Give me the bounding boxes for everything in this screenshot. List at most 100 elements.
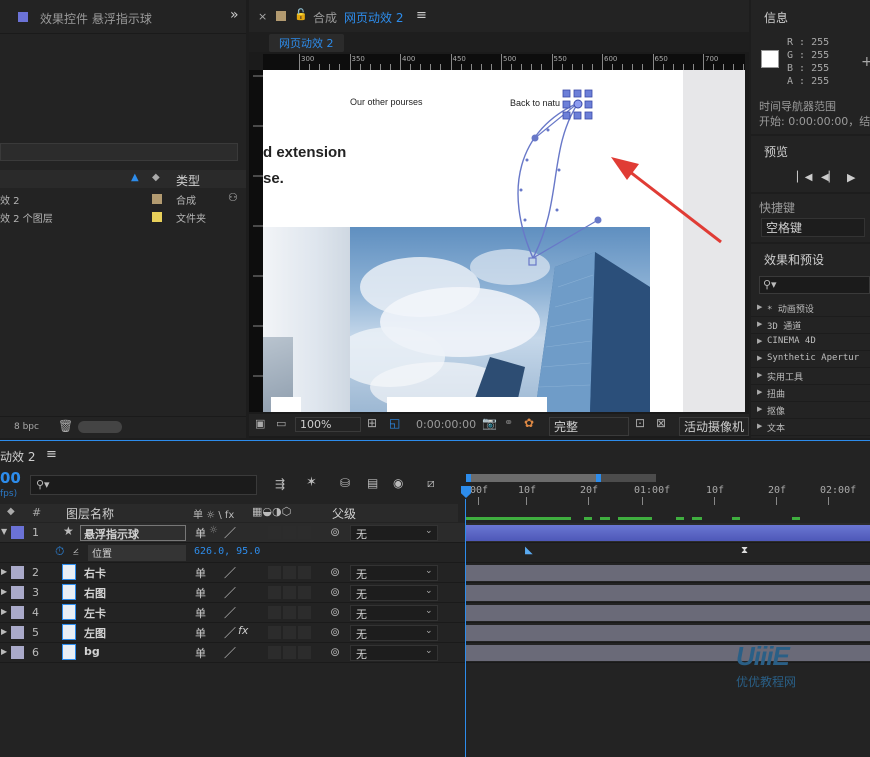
switch-box[interactable] [298, 586, 311, 599]
shy-switch-icon[interactable]: 单 [195, 605, 206, 621]
layer-name[interactable]: 左卡 [84, 605, 106, 621]
sort-arrow-icon[interactable]: ▲ [131, 172, 139, 183]
layer-label-swatch[interactable] [11, 626, 24, 639]
quality-switch-icon[interactable]: ／ [224, 644, 236, 661]
pickwhip-icon[interactable]: ⊚ [330, 565, 340, 579]
layer-row[interactable]: ▶ 4 左卡单／ ⊚ 无 ⌄ [0, 603, 870, 623]
prev-frame-icon[interactable]: ◀▏ [821, 172, 836, 183]
effects-switch-icon[interactable]: fx [238, 624, 248, 637]
switch-box[interactable] [268, 566, 281, 579]
layer-duration-bar[interactable] [466, 585, 870, 601]
preset-category[interactable]: ▶ 实用工具 [751, 368, 870, 385]
lock-icon[interactable]: 🔓 [294, 8, 308, 21]
parent-select[interactable]: 无 ⌄ [350, 625, 438, 641]
expand-arrow-icon[interactable]: ▶ [757, 303, 762, 311]
preset-category[interactable]: ▶ CINEMA 4D [751, 334, 870, 351]
preset-category[interactable]: ▶ 扭曲 [751, 385, 870, 402]
twirl-arrow-icon[interactable]: ▶ [1, 607, 7, 616]
flowchart-icon[interactable]: ⚇ [228, 191, 238, 204]
frame-blending-icon[interactable]: ▤ [367, 476, 378, 490]
expand-arrow-icon[interactable]: ▶ [757, 388, 762, 396]
mask-toggle-icon[interactable]: ◱ [389, 416, 400, 430]
layer-row[interactable]: ▼ 1 ★ 悬浮指示球单 ☼ ／ ⊚ 无 ⌄ [0, 523, 870, 543]
switch-box[interactable] [268, 606, 281, 619]
pickwhip-icon[interactable]: ⊚ [330, 585, 340, 599]
shy-switch-icon[interactable]: 单 [195, 645, 206, 661]
shy-layers-icon[interactable]: ⛁ [340, 476, 350, 490]
shy-switch-icon[interactable]: 单 [195, 585, 206, 601]
switch-box[interactable] [268, 586, 281, 599]
effects-presets-title[interactable]: 效果和预设 [764, 251, 824, 268]
draft-3d-icon[interactable]: ✶ [306, 475, 317, 490]
expand-arrow-icon[interactable]: ▶ [757, 320, 762, 328]
shy-switch-icon[interactable]: 单 [195, 565, 206, 581]
parent-select[interactable]: 无 ⌄ [350, 585, 438, 601]
preset-category[interactable]: ▶ Synthetic Apertur [751, 351, 870, 368]
layer-name[interactable]: 右图 [84, 585, 106, 601]
switch-box[interactable] [268, 526, 281, 539]
parent-select[interactable]: 无 ⌄ [350, 605, 438, 621]
layer-row[interactable]: ▶ 5 左图单／ fx ⊚ 无 ⌄ [0, 623, 870, 643]
stopwatch-icon[interactable]: ⏱ [55, 544, 64, 559]
time-ruler[interactable]: 00f 10f 20f 01:00f 10f 20f 02:00f [458, 471, 870, 521]
property-value[interactable]: 626.0, 95.0 [194, 546, 260, 557]
timeline-comp-name[interactable]: 动效 2 [0, 448, 35, 465]
quality-switch-icon[interactable]: ／ [224, 584, 236, 601]
layer-monitor-icon[interactable]: ▣ [255, 417, 265, 430]
shortcut-select[interactable]: 空格键 [761, 218, 865, 237]
layer-name[interactable]: bg [84, 645, 100, 658]
transparency-grid-icon[interactable]: ⊠ [656, 416, 666, 430]
layer-row[interactable]: ▶ 2 右卡单／ ⊚ 无 ⌄ [0, 563, 870, 583]
switch-box[interactable] [283, 566, 296, 579]
preset-category[interactable]: ▶ 文本 [751, 419, 870, 436]
project-row[interactable]: 效 2 个图层 文件夹 [0, 208, 246, 226]
switch-box[interactable] [283, 606, 296, 619]
motion-path-overlay[interactable] [263, 70, 745, 412]
comp-timecode[interactable]: 0:00:00:00 [416, 418, 476, 431]
panel-expand-icon[interactable]: » [230, 7, 239, 23]
pickwhip-icon[interactable]: ⊚ [330, 625, 340, 639]
camera-select[interactable]: 活动摄像机 [679, 417, 749, 436]
layer-label-swatch[interactable] [11, 606, 24, 619]
switch-box[interactable] [298, 606, 311, 619]
roi-icon[interactable]: ⊡ [635, 416, 645, 430]
layer-label-swatch[interactable] [11, 566, 24, 579]
layer-name[interactable]: 左图 [84, 625, 106, 641]
comp-name[interactable]: 网页动效 2 [344, 9, 403, 26]
switch-box[interactable] [283, 586, 296, 599]
region-icon[interactable]: ⊞ [367, 416, 377, 430]
label-tag-icon[interactable]: ◆ [7, 506, 15, 517]
preview-title[interactable]: 预览 [764, 143, 788, 160]
switch-box[interactable] [283, 526, 296, 539]
comp-canvas[interactable]: Our other pourses Back to natu d extensi… [263, 70, 745, 412]
snapshot-icon[interactable]: 📷 [482, 416, 497, 430]
switch-box[interactable] [268, 646, 281, 659]
switch-box[interactable] [268, 626, 281, 639]
type-column-header[interactable]: 类型 [176, 172, 200, 189]
bpc-button[interactable]: 8 bpc [14, 422, 39, 432]
layer-label-swatch[interactable] [11, 526, 24, 539]
first-frame-icon[interactable]: ▏◀ [797, 172, 812, 183]
panel-menu-icon[interactable]: ≡ [416, 8, 427, 23]
expand-arrow-icon[interactable]: ▶ [757, 405, 762, 413]
twirl-arrow-icon[interactable]: ▶ [1, 647, 7, 656]
layer-name[interactable]: 悬浮指示球 [80, 525, 186, 541]
twirl-arrow-icon[interactable]: ▶ [1, 567, 7, 576]
pickwhip-icon[interactable]: ⊚ [330, 605, 340, 619]
comp-breadcrumb[interactable]: 网页动效 2 [269, 34, 344, 52]
layer-duration-bar[interactable] [466, 625, 870, 641]
label-tag-icon[interactable]: ◆ [152, 172, 160, 183]
display-icon[interactable]: ▭ [276, 417, 286, 430]
twirl-arrow-icon[interactable]: ▶ [1, 627, 7, 636]
panel-menu-icon[interactable]: ≡ [46, 447, 57, 462]
comp-mini-flowchart-icon[interactable]: ⇶ [275, 477, 285, 491]
parent-select[interactable]: 无 ⌄ [350, 525, 438, 541]
layer-duration-bar[interactable] [466, 605, 870, 621]
layer-duration-bar[interactable] [466, 565, 870, 581]
project-search-bar[interactable] [0, 143, 238, 161]
parent-select[interactable]: 无 ⌄ [350, 565, 438, 581]
thumbnail-slider[interactable] [78, 421, 122, 433]
graph-icon[interactable]: ⦤ [73, 545, 79, 556]
layer-row[interactable]: ▶ 3 右图单／ ⊚ 无 ⌄ [0, 583, 870, 603]
preset-category[interactable]: ▶ 抠像 [751, 402, 870, 419]
